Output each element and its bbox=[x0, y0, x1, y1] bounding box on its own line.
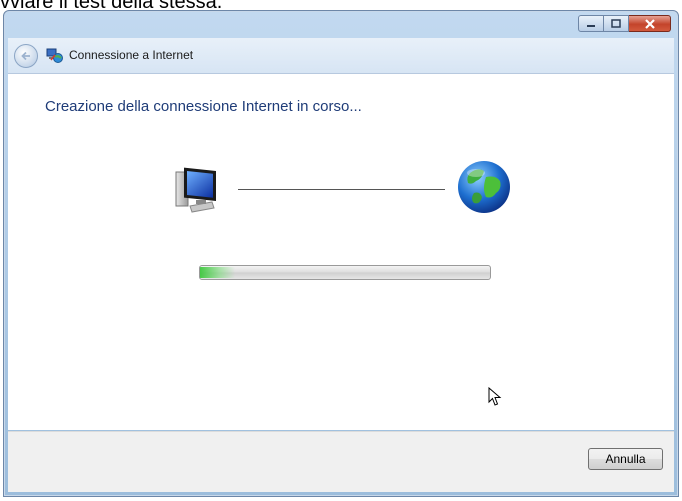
progress-bar bbox=[199, 265, 491, 280]
connection-line bbox=[238, 189, 445, 190]
minimize-icon bbox=[587, 24, 595, 27]
back-arrow-icon bbox=[21, 51, 30, 61]
mouse-cursor-icon bbox=[488, 387, 502, 406]
close-icon bbox=[644, 18, 655, 29]
navigation-bar: Connessione a Internet bbox=[8, 38, 674, 74]
wizard-footer: Annulla bbox=[8, 431, 674, 492]
maximize-button[interactable] bbox=[604, 15, 629, 32]
minimize-button[interactable] bbox=[578, 15, 604, 32]
page-heading: Creazione della connessione Internet in … bbox=[45, 98, 362, 115]
wizard-window: Connessione a Internet Creazione della c… bbox=[3, 10, 679, 497]
progress-bar-fill bbox=[200, 267, 235, 278]
network-connection-icon bbox=[46, 48, 63, 63]
computer-icon bbox=[175, 167, 216, 213]
close-button[interactable] bbox=[629, 15, 671, 32]
cancel-button[interactable]: Annulla bbox=[588, 448, 663, 470]
window-controls bbox=[578, 15, 671, 32]
back-button[interactable] bbox=[14, 44, 38, 68]
maximize-icon bbox=[611, 19, 621, 28]
window-title: Connessione a Internet bbox=[69, 48, 194, 62]
wizard-content: Creazione della connessione Internet in … bbox=[8, 74, 674, 430]
globe-icon bbox=[458, 161, 510, 213]
